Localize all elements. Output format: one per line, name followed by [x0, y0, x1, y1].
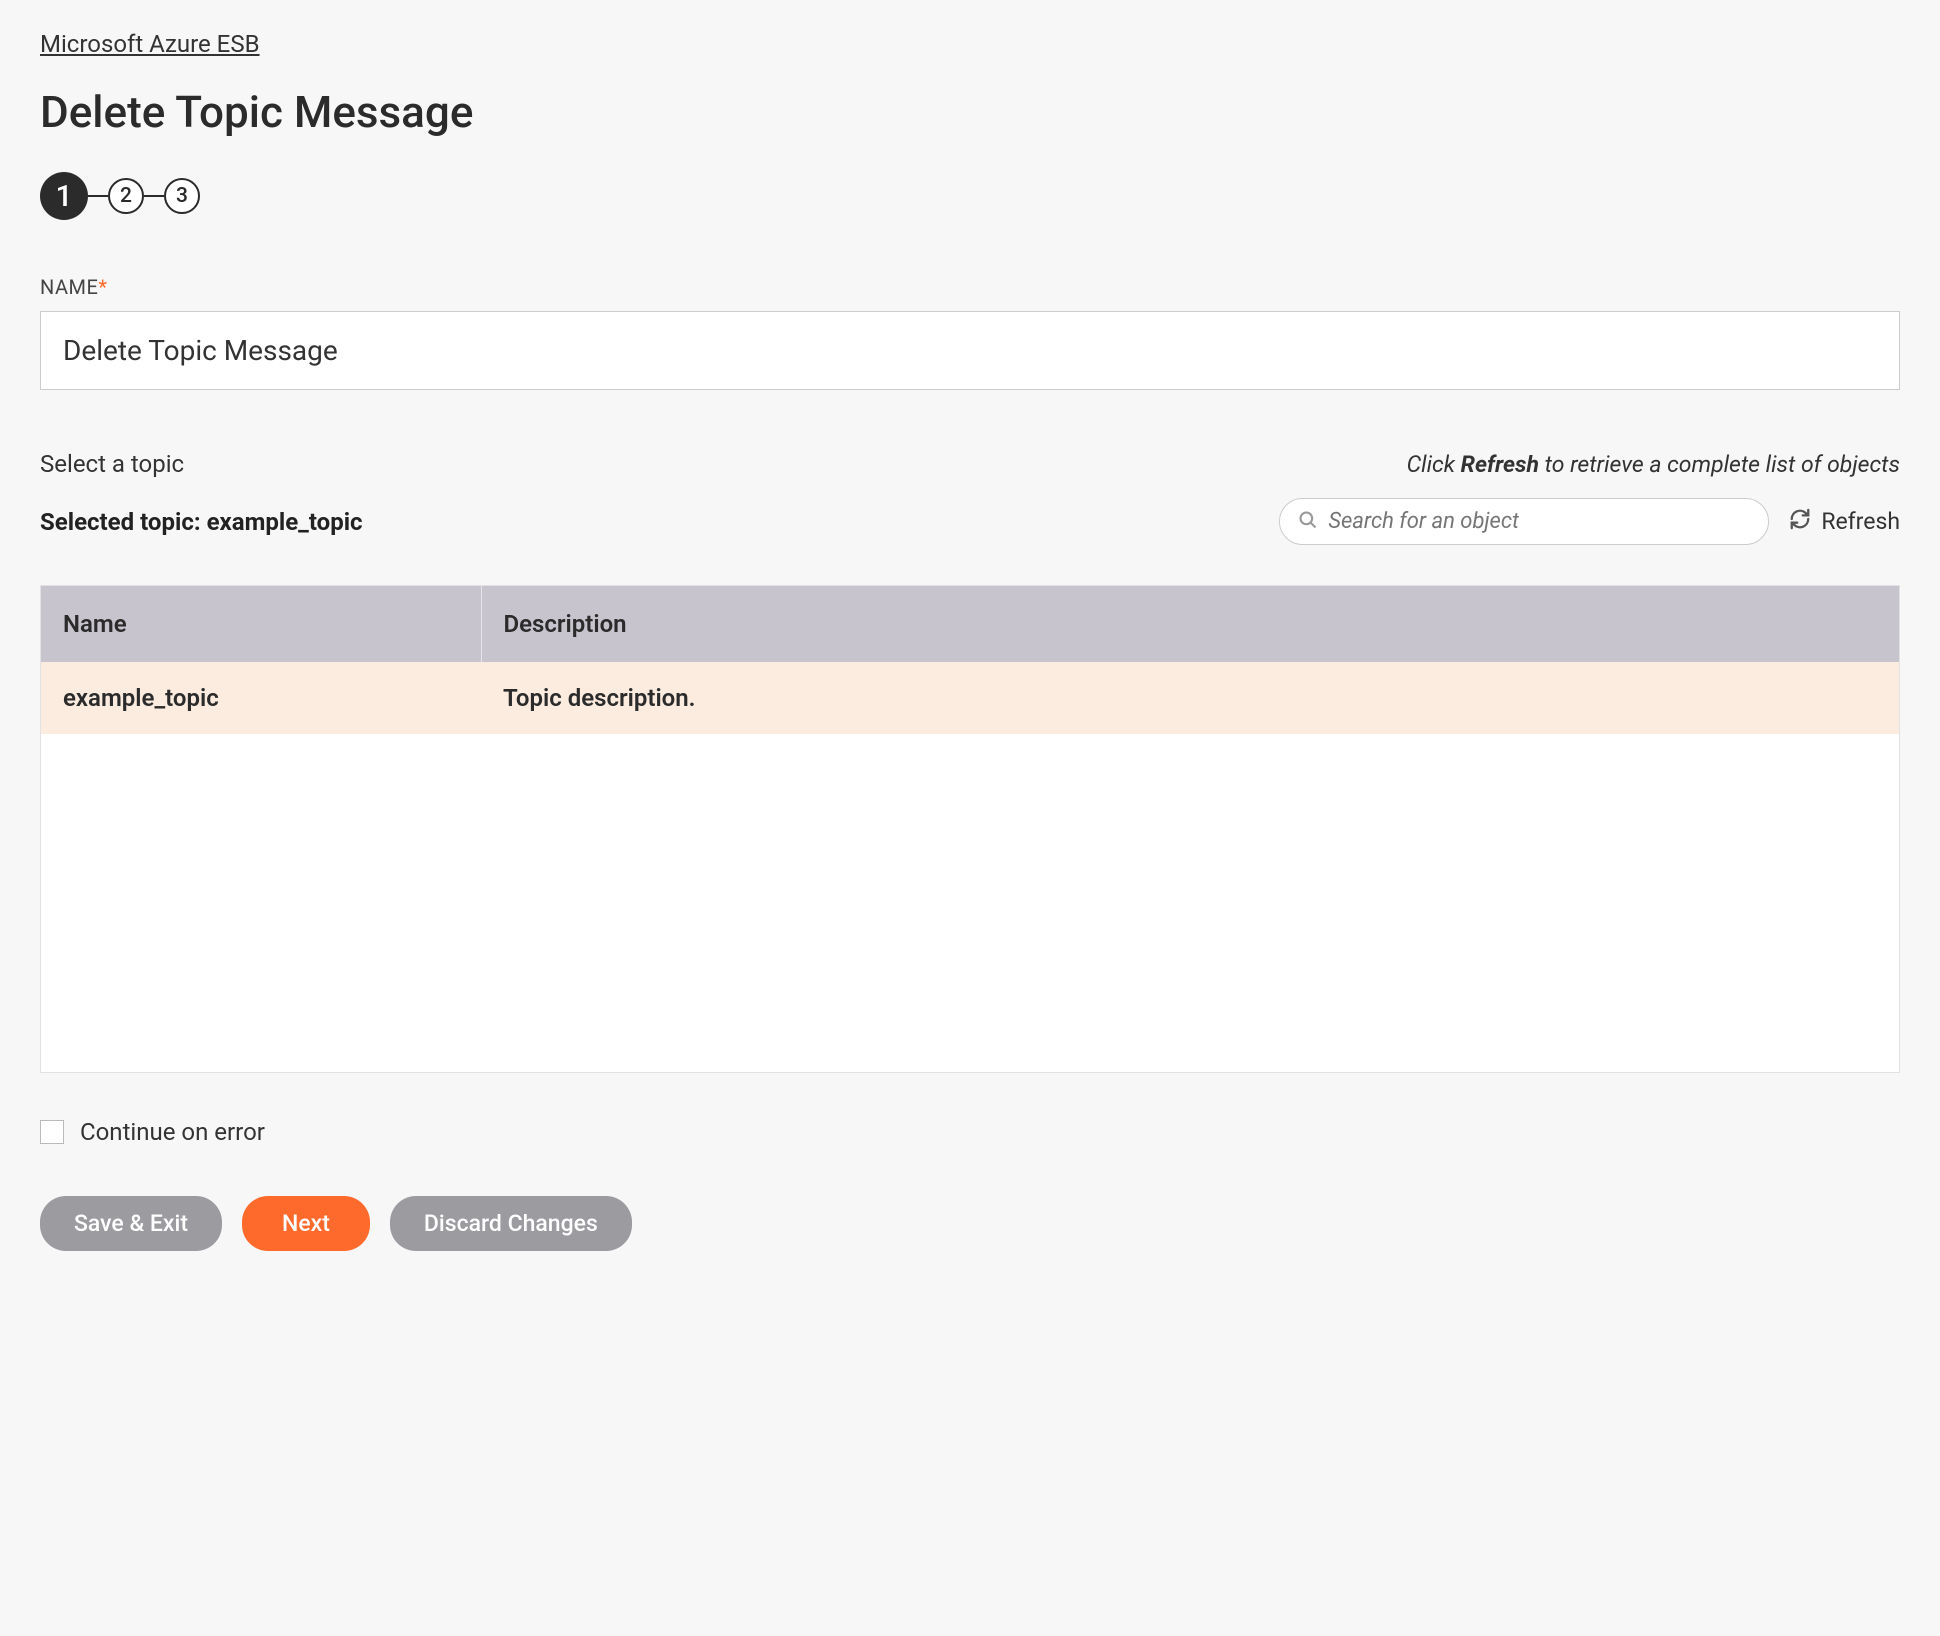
stepper: 1 2 3: [40, 172, 1900, 220]
step-3[interactable]: 3: [164, 178, 200, 214]
save-exit-button[interactable]: Save & Exit: [40, 1196, 222, 1251]
required-indicator: *: [98, 275, 107, 299]
table-row[interactable]: example_topic Topic description.: [41, 662, 1899, 734]
cell-name: example_topic: [41, 662, 481, 734]
name-field-label: NAME*: [40, 275, 1900, 299]
refresh-icon: [1789, 508, 1811, 536]
search-box[interactable]: [1279, 498, 1769, 545]
refresh-hint: Click Refresh to retrieve a complete lis…: [1407, 451, 1900, 478]
refresh-label: Refresh: [1821, 508, 1900, 535]
breadcrumb-link[interactable]: Microsoft Azure ESB: [40, 30, 260, 58]
cell-description: Topic description.: [481, 662, 1899, 734]
search-input[interactable]: [1318, 505, 1750, 538]
continue-on-error-label: Continue on error: [80, 1118, 265, 1146]
search-icon: [1298, 508, 1318, 536]
refresh-button[interactable]: Refresh: [1789, 508, 1900, 536]
column-header-description[interactable]: Description: [481, 586, 1899, 662]
step-connector: [144, 195, 164, 197]
name-input[interactable]: [40, 311, 1900, 390]
page-title: Delete Topic Message: [40, 86, 1900, 138]
step-connector: [88, 195, 108, 197]
continue-on-error-checkbox[interactable]: [40, 1120, 64, 1144]
selected-topic-label: Selected topic: example_topic: [40, 508, 363, 536]
topic-table: Name Description example_topic Topic des…: [40, 585, 1900, 1073]
step-1[interactable]: 1: [40, 172, 88, 220]
step-2[interactable]: 2: [108, 178, 144, 214]
select-topic-label: Select a topic: [40, 450, 184, 478]
discard-changes-button[interactable]: Discard Changes: [390, 1196, 632, 1251]
column-header-name[interactable]: Name: [41, 586, 481, 662]
next-button[interactable]: Next: [242, 1196, 370, 1251]
